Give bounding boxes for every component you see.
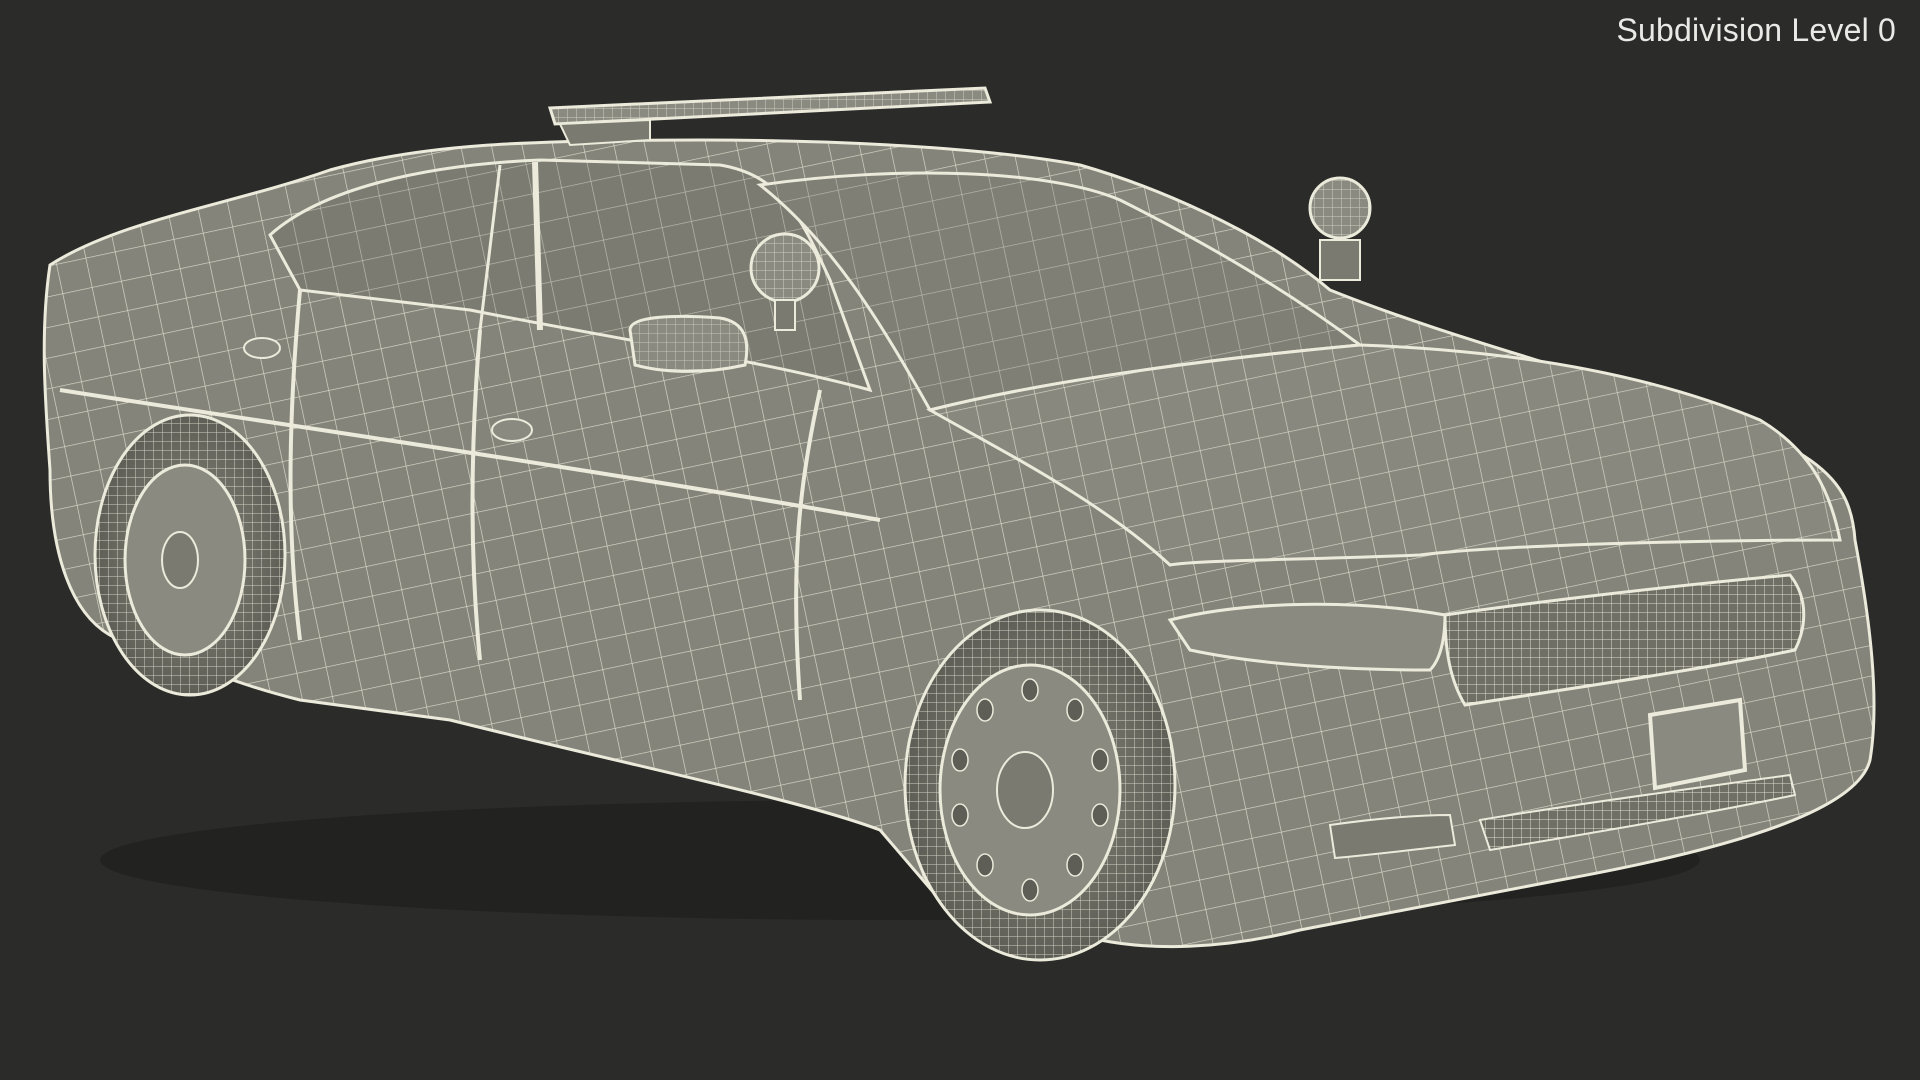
spotlight-right	[1308, 176, 1372, 281]
light-bar	[547, 86, 993, 147]
subdivision-level-label: Subdivision Level 0	[1616, 12, 1896, 48]
door-handle-rear	[243, 337, 281, 359]
door-handle-front	[491, 418, 533, 442]
police-car-wireframe[interactable]	[0, 0, 1920, 1080]
rear-wheel	[93, 413, 287, 697]
license-plate	[1647, 697, 1748, 791]
side-mirror	[628, 314, 749, 373]
3d-viewport[interactable]: Subdivision Level 0	[0, 0, 1920, 1080]
front-wheel	[903, 608, 1177, 962]
